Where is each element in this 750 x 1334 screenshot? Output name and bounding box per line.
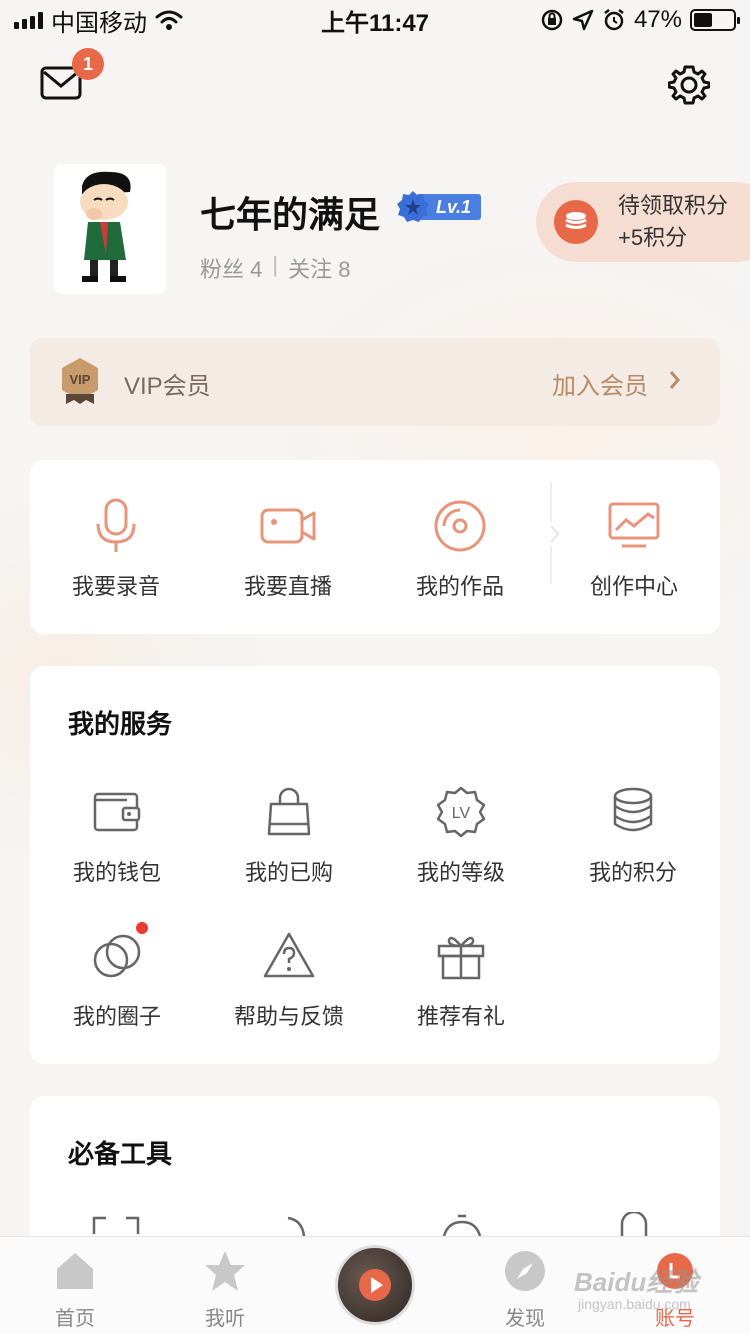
vip-badge-text: VIP	[70, 372, 91, 387]
vip-membership-card[interactable]: VIP VIP会员 加入会员	[30, 338, 720, 426]
vip-label: VIP会员	[124, 373, 211, 400]
profile-section: 七年的满足 Lv.1 粉丝 4 | 关注 8 待领取积分 +5积分	[0, 160, 750, 300]
chevron-right-icon	[669, 371, 680, 389]
level-badge-icon: LV	[436, 786, 486, 838]
tools-title: 必备工具	[68, 1139, 173, 1169]
service-label: 帮助与反馈	[233, 1004, 344, 1029]
service-label: 我的钱包	[72, 860, 161, 885]
shopping-bag-icon	[267, 787, 311, 836]
tab-home[interactable]: 首页	[20, 1249, 130, 1331]
level-badge[interactable]: Lv.1	[396, 190, 482, 224]
timer-icon[interactable]	[438, 1214, 486, 1236]
disc-icon	[434, 500, 486, 552]
compass-icon	[505, 1251, 545, 1291]
circles-icon	[93, 934, 141, 978]
vip-badge-icon: VIP	[62, 358, 98, 404]
now-playing-button[interactable]	[335, 1245, 415, 1325]
coins-icon	[613, 787, 653, 832]
carrier-label: 中国移动	[51, 9, 147, 37]
service-label: 我的已购	[244, 860, 333, 885]
mail-badge: 1	[72, 48, 104, 80]
tab-discover[interactable]: 发现	[470, 1249, 580, 1331]
microphone-icon	[96, 498, 136, 552]
follow-separator: |	[272, 252, 279, 277]
purchased-button[interactable]: 我的已购	[214, 784, 364, 887]
invite-reward-button[interactable]: 推荐有礼	[386, 928, 536, 1031]
tab-label: 发现	[505, 1308, 545, 1330]
notification-dot	[136, 922, 148, 934]
home-icon	[57, 1253, 93, 1289]
watermark-url: jingyan.baidu.com	[578, 1296, 691, 1312]
record-audio-button[interactable]: 我要录音	[46, 496, 186, 601]
service-label: 我的积分	[588, 860, 677, 885]
action-label: 创作中心	[589, 574, 678, 599]
fans-count[interactable]: 粉丝 4	[200, 252, 262, 284]
level-icon-text: LV	[452, 805, 471, 822]
star-icon	[205, 1251, 245, 1291]
service-label: 我的等级	[416, 860, 505, 885]
service-label: 推荐有礼	[416, 1004, 505, 1029]
battery-icon	[690, 9, 740, 31]
creator-center-button[interactable]: 创作中心	[564, 496, 704, 601]
tab-label: 我听	[205, 1308, 245, 1330]
coin-stack-icon	[554, 200, 598, 244]
service-label: 我的圈子	[72, 1004, 161, 1029]
nickname: 七年的满足	[200, 194, 381, 235]
my-points-button[interactable]: 我的积分	[558, 784, 708, 887]
live-stream-button[interactable]: 我要直播	[218, 496, 358, 601]
video-camera-icon	[260, 508, 316, 544]
alarm-icon	[604, 9, 624, 31]
header: 1	[0, 48, 750, 116]
pending-points-button[interactable]: 待领取积分 +5积分	[536, 182, 750, 262]
rotation-lock-icon	[541, 9, 563, 31]
monitor-chart-icon	[608, 502, 660, 548]
wallet-icon	[93, 792, 141, 832]
help-triangle-icon	[263, 932, 315, 978]
action-label: 我要录音	[71, 574, 160, 599]
services-title: 我的服务	[68, 709, 173, 739]
scan-icon[interactable]	[92, 1216, 140, 1236]
tab-label: 首页	[55, 1308, 95, 1330]
join-vip-link[interactable]: 加入会员	[552, 366, 648, 401]
wallet-button[interactable]: 我的钱包	[42, 784, 192, 887]
creator-actions-card: 我要录音 我要直播 我的作品 创作中心	[30, 460, 720, 634]
lock-icon[interactable]	[610, 1212, 658, 1236]
battery-percent: 47%	[633, 6, 682, 33]
settings-button[interactable]	[667, 64, 711, 106]
watermark-logo: Baidu经验	[574, 1267, 699, 1297]
gift-icon	[437, 936, 485, 980]
star-badge-icon	[397, 191, 429, 222]
avatar[interactable]	[54, 164, 166, 294]
wifi-icon	[155, 10, 183, 30]
action-label: 我要直播	[243, 574, 332, 599]
my-works-button[interactable]: 我的作品	[390, 496, 530, 601]
help-feedback-button[interactable]: 帮助与反馈	[214, 928, 364, 1031]
location-icon	[572, 9, 594, 31]
signal-icon	[14, 11, 43, 29]
services-card: 我的服务 我的钱包 我的已购 LV 我的等级 我的积分 我的圈子 帮助与反馈 推…	[30, 666, 720, 1064]
tab-listen[interactable]: 我听	[170, 1249, 280, 1331]
status-bar: 中国移动 上午11:47 47%	[0, 0, 750, 40]
my-level-button[interactable]: LV 我的等级	[386, 784, 536, 887]
points-title: 待领取积分	[618, 193, 729, 218]
action-label: 我的作品	[415, 574, 504, 599]
chevron-right-icon	[548, 522, 562, 546]
my-circles-button[interactable]: 我的圈子	[42, 928, 192, 1031]
play-icon	[359, 1269, 391, 1301]
gear-icon	[667, 65, 711, 105]
moon-icon[interactable]	[282, 1216, 312, 1236]
avatar-cartoon-image	[54, 164, 166, 294]
follow-stats: 粉丝 4 | 关注 8	[200, 252, 350, 284]
points-value: +5积分	[618, 225, 688, 250]
following-count[interactable]: 关注 8	[288, 252, 350, 284]
